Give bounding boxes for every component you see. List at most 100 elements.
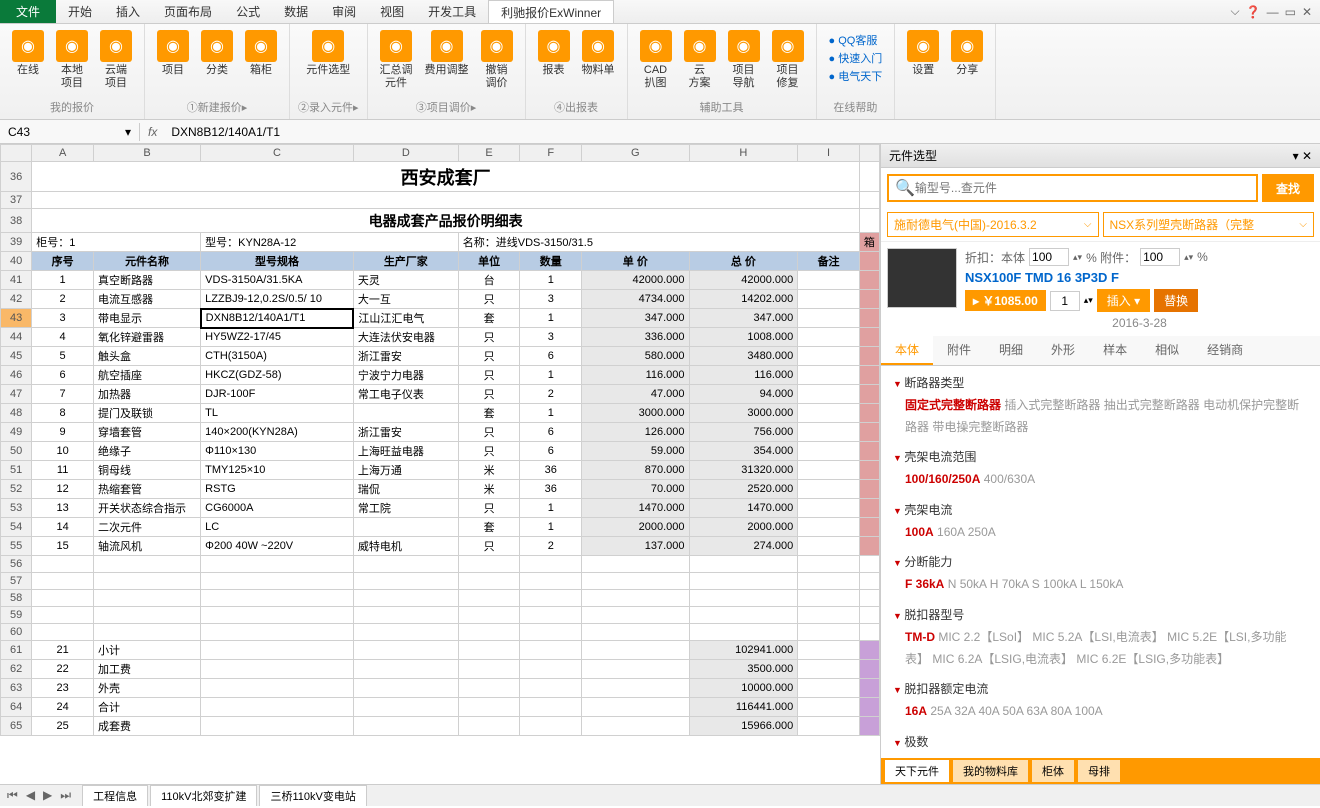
spec-option[interactable]: MIC 6.2E【LSIG,多功能表】 bbox=[1076, 652, 1229, 666]
menu-item[interactable]: 视图 bbox=[368, 0, 416, 23]
menu-item[interactable]: 公式 bbox=[224, 0, 272, 23]
help-icon[interactable]: ⌵ bbox=[1231, 4, 1240, 19]
ribbon-button[interactable]: ◉费用调整 bbox=[421, 28, 473, 92]
discount-acc-input[interactable] bbox=[1140, 248, 1180, 266]
bottom-tab[interactable]: 我的物料库 bbox=[953, 760, 1028, 782]
ribbon-button[interactable]: ◉分享 bbox=[947, 28, 987, 79]
spec-option[interactable]: MIC 5.2A【LSI,电流表】 bbox=[1032, 630, 1163, 644]
help-link[interactable]: ● 电气天下 bbox=[829, 68, 883, 84]
nav-next-icon[interactable]: ▶ bbox=[40, 788, 55, 803]
spec-option[interactable]: MIC 2.2【LSoI】 bbox=[938, 630, 1029, 644]
help-link[interactable]: ● 快速入门 bbox=[829, 50, 883, 66]
search-input[interactable] bbox=[915, 181, 1250, 195]
brand-filter[interactable]: 施耐德电气(中国)-2016.3.2⌵ bbox=[887, 212, 1099, 237]
menu-item[interactable]: 审阅 bbox=[320, 0, 368, 23]
product-title[interactable]: NSX100F TMD 16 3P3D F bbox=[965, 270, 1314, 285]
menubar: 文件 开始插入页面布局公式数据审阅视图开发工具利驰报价ExWinner ⌵ ❓ … bbox=[0, 0, 1320, 24]
ribbon-button[interactable]: ◉汇总调元件 bbox=[376, 28, 417, 92]
menu-item[interactable]: 开始 bbox=[56, 0, 104, 23]
spec-option[interactable]: 80A bbox=[1051, 704, 1072, 718]
bottom-tab[interactable]: 柜体 bbox=[1032, 760, 1074, 782]
spec-option[interactable]: 100/160/250A bbox=[905, 472, 980, 486]
menu-item[interactable]: 插入 bbox=[104, 0, 152, 23]
spec-option[interactable]: 250A bbox=[968, 525, 996, 539]
help-icon[interactable]: ❓ bbox=[1246, 5, 1261, 19]
detail-tab[interactable]: 本体 bbox=[881, 336, 933, 365]
minimize-icon[interactable]: — bbox=[1267, 5, 1279, 19]
spec-option[interactable]: 160A bbox=[937, 525, 964, 539]
spec-option[interactable]: 40A bbox=[978, 704, 999, 718]
spreadsheet[interactable]: ABCDEFGHI36西安成套厂3738电器成套产品报价明细表39柜号：1型号：… bbox=[0, 144, 880, 784]
ribbon-button[interactable]: ◉本地项目 bbox=[52, 28, 92, 92]
detail-tab[interactable]: 经销商 bbox=[1193, 336, 1257, 365]
ribbon-button[interactable]: ◉撤销调价 bbox=[477, 28, 517, 92]
ribbon-button[interactable]: ◉在线 bbox=[8, 28, 48, 92]
spec-option[interactable]: H 70kA bbox=[990, 577, 1029, 591]
spec-option[interactable]: 25A bbox=[930, 704, 951, 718]
help-link[interactable]: ● QQ客服 bbox=[829, 32, 883, 48]
nav-last-icon[interactable]: ⏭ bbox=[57, 788, 74, 803]
nav-prev-icon[interactable]: ◀ bbox=[23, 788, 38, 803]
ribbon-button[interactable]: ◉云方案 bbox=[680, 28, 720, 92]
nav-first-icon[interactable]: ⏮ bbox=[4, 788, 21, 803]
menu-file[interactable]: 文件 bbox=[0, 0, 56, 23]
detail-tab[interactable]: 明细 bbox=[985, 336, 1037, 365]
search-button[interactable]: 查找 bbox=[1262, 174, 1314, 202]
spec-option[interactable]: 16A bbox=[905, 704, 927, 718]
detail-tab[interactable]: 外形 bbox=[1037, 336, 1089, 365]
spec-option[interactable]: 50A bbox=[1003, 704, 1024, 718]
spec-option[interactable]: 固定式完整断路器 bbox=[905, 398, 1001, 412]
close-icon[interactable]: ✕ bbox=[1302, 5, 1312, 19]
spec-option[interactable]: F 36kA bbox=[905, 577, 944, 591]
spec-option[interactable]: TM-D bbox=[905, 630, 935, 644]
spec-option[interactable]: 抽出式完整断路器 bbox=[1104, 398, 1200, 412]
spec-option[interactable]: 100A bbox=[905, 525, 934, 539]
spec-option[interactable]: N 50kA bbox=[948, 577, 987, 591]
spec-option[interactable]: 100A bbox=[1075, 704, 1103, 718]
ribbon-button[interactable]: ◉云端项目 bbox=[96, 28, 136, 92]
ribbon-button[interactable]: ◉物料单 bbox=[578, 28, 619, 79]
spec-option[interactable]: 插入式完整断路器 bbox=[1004, 398, 1100, 412]
ribbon-button[interactable]: ◉元件选型 bbox=[302, 28, 354, 79]
ribbon-button[interactable]: ◉项目修复 bbox=[768, 28, 808, 92]
search-box[interactable]: 🔍 bbox=[887, 174, 1258, 202]
bottom-tab[interactable]: 天下元件 bbox=[885, 760, 949, 782]
sheet-tab[interactable]: 110kV北郊变扩建 bbox=[150, 785, 257, 806]
cell-reference[interactable]: C43▾ bbox=[0, 123, 140, 141]
spec-option[interactable]: L 150kA bbox=[1080, 577, 1124, 591]
replace-button[interactable]: 替换 bbox=[1154, 289, 1198, 312]
spec-option[interactable]: MIC 6.2A【LSIG,电流表】 bbox=[932, 652, 1073, 666]
ribbon-button[interactable]: ◉箱柜 bbox=[241, 28, 281, 79]
spec-option[interactable]: 32A bbox=[954, 704, 975, 718]
formula-input[interactable] bbox=[165, 123, 1320, 141]
sheet-tab[interactable]: 三桥110kV变电站 bbox=[259, 785, 366, 806]
spec-option[interactable]: 400/630A bbox=[984, 472, 1035, 486]
ribbon-button[interactable]: ◉CAD扒图 bbox=[636, 28, 676, 92]
menu-item[interactable]: 利驰报价ExWinner bbox=[488, 0, 614, 23]
ribbon-button[interactable]: ◉项目 bbox=[153, 28, 193, 79]
detail-tab[interactable]: 附件 bbox=[933, 336, 985, 365]
spec-option[interactable]: S 100kA bbox=[1032, 577, 1077, 591]
pin-icon[interactable]: ▾ bbox=[1293, 149, 1299, 163]
menu-item[interactable]: 开发工具 bbox=[416, 0, 488, 23]
spec-option[interactable]: 63A bbox=[1027, 704, 1048, 718]
panel-close-icon[interactable]: ✕ bbox=[1302, 149, 1312, 163]
ribbon-button[interactable]: ◉报表 bbox=[534, 28, 574, 79]
ribbon-button[interactable]: ◉分类 bbox=[197, 28, 237, 79]
fx-icon[interactable]: fx bbox=[140, 125, 165, 139]
detail-tab[interactable]: 样本 bbox=[1089, 336, 1141, 365]
spec-option[interactable]: 带电操完整断路器 bbox=[932, 420, 1028, 434]
bottom-tab[interactable]: 母排 bbox=[1078, 760, 1120, 782]
restore-icon[interactable]: ▭ bbox=[1285, 5, 1296, 19]
sheet-tab[interactable]: 工程信息 bbox=[82, 785, 148, 806]
ribbon-button[interactable]: ◉设置 bbox=[903, 28, 943, 79]
insert-button[interactable]: 插入 ▾ bbox=[1097, 289, 1150, 312]
menu-item[interactable]: 页面布局 bbox=[152, 0, 224, 23]
series-filter[interactable]: NSX系列塑壳断路器（完整⌵ bbox=[1103, 212, 1315, 237]
sheet-nav: ⏮ ◀ ▶ ⏭ bbox=[4, 788, 74, 803]
discount-body-input[interactable] bbox=[1029, 248, 1069, 266]
menu-item[interactable]: 数据 bbox=[272, 0, 320, 23]
detail-tab[interactable]: 相似 bbox=[1141, 336, 1193, 365]
ribbon-button[interactable]: ◉项目导航 bbox=[724, 28, 764, 92]
qty-input[interactable] bbox=[1050, 291, 1080, 311]
